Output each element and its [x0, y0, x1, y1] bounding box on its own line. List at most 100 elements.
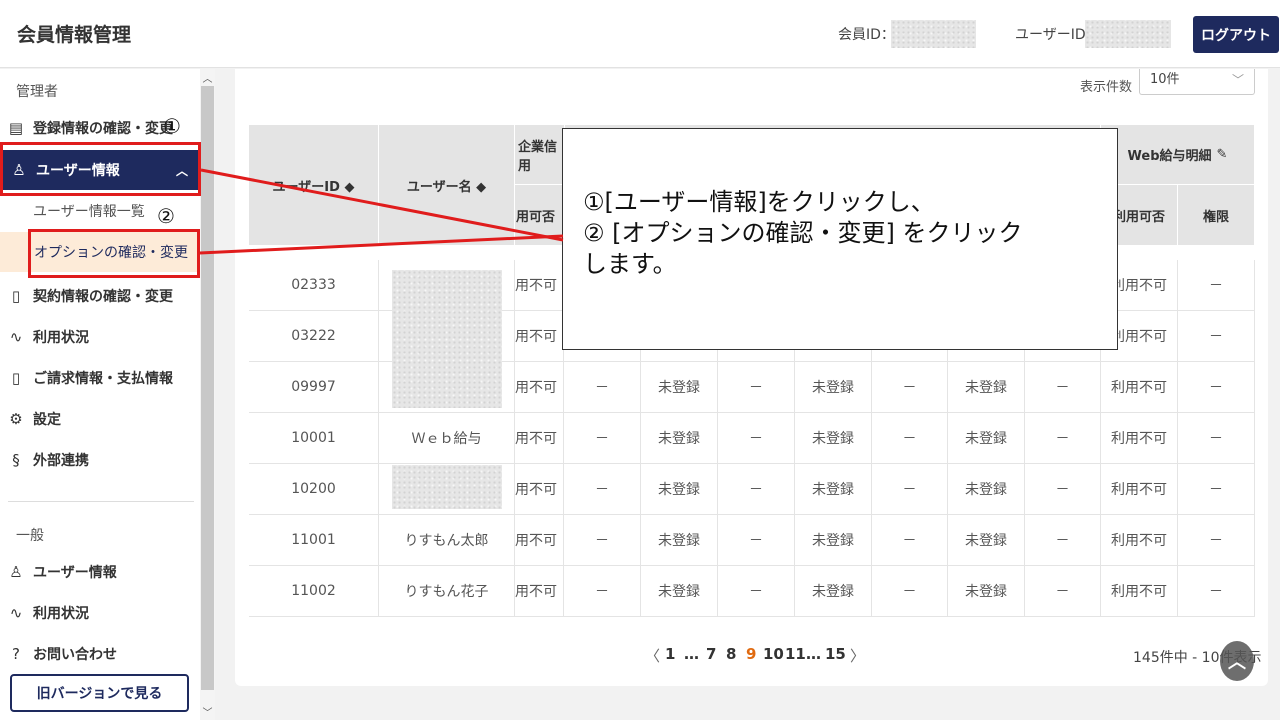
table-cell-web: 利用不可 [1101, 515, 1178, 566]
page-link-current[interactable]: 9 [746, 645, 756, 663]
table-cell-c7: 未登録 [948, 362, 1025, 413]
table-cell-c5: 未登録 [795, 566, 872, 617]
table-cell-web: 利用不可 [1101, 413, 1178, 464]
table-cell-c3: 未登録 [641, 566, 718, 617]
sidebar-item-integration[interactable]: § 外部連携 [0, 440, 200, 480]
instruction-callout: ①[ユーザー情報]をクリックし、 ② [オプションの確認・変更] をクリック し… [562, 128, 1118, 350]
table-cell-c1: 用不可 [515, 260, 564, 311]
sidebar-item-label: 外部連携 [33, 453, 89, 469]
section-admin: 管理者 [16, 84, 58, 100]
table-cell-c3: 未登録 [641, 515, 718, 566]
table-cell-id: 09997 [249, 362, 379, 413]
table-cell-auth: － [1178, 260, 1255, 311]
member-id-label: 会員ID： [838, 27, 895, 43]
chevron-up-icon: ︿ [1228, 652, 1246, 673]
activity-icon: ∿ [9, 328, 23, 346]
document-icon: ▯ [11, 287, 21, 305]
user-name-redacted [392, 465, 502, 509]
table-cell-auth: － [1178, 413, 1255, 464]
sidebar-item-label: ご請求情報・支払情報 [33, 371, 173, 387]
sidebar-item-billing[interactable]: ▯ ご請求情報・支払情報 [0, 358, 200, 398]
table-cell-c2: － [564, 362, 641, 413]
table-cell-c6: － [872, 566, 948, 617]
app-header: 会員情報管理 会員ID： ユーザーID ログアウト [0, 0, 1280, 68]
table-cell-c4: － [718, 464, 795, 515]
table-cell-id: 10200 [249, 464, 379, 515]
step-badge-1: ① [163, 114, 181, 138]
table-cell-c7: 未登録 [948, 464, 1025, 515]
instruction-line-1: ①[ユーザー情報]をクリックし、 [583, 188, 935, 216]
sidebar-item-usage[interactable]: ∿ 利用状況 [0, 317, 200, 357]
sidebar-item-label: 設定 [33, 412, 61, 428]
table-cell-c1: 用不可 [515, 566, 564, 617]
next-page-icon[interactable]: 〉 [850, 645, 865, 666]
table-cell-c4: － [718, 362, 795, 413]
sidebar-item-label: 利用状況 [33, 330, 89, 346]
table-cell-c8: － [1025, 413, 1101, 464]
table-cell-c1: 用不可 [515, 311, 564, 362]
page-link-10[interactable]: 10 [763, 645, 784, 663]
page-ellipsis: … [684, 645, 699, 663]
table-cell-id: 11001 [249, 515, 379, 566]
table-cell-c7: 未登録 [948, 566, 1025, 617]
sidebar-item-general-usage[interactable]: ∿ 利用状況 [0, 593, 200, 633]
scroll-up-icon[interactable]: ︿ [201, 70, 214, 85]
table-cell-c8: － [1025, 515, 1101, 566]
building-icon: ▤ [8, 119, 24, 137]
sidebar-item-contract[interactable]: ▯ 契約情報の確認・変更 [0, 276, 200, 316]
table-cell-c4: － [718, 566, 795, 617]
page-title: 会員情報管理 [17, 24, 132, 46]
table-cell-c7: 未登録 [948, 515, 1025, 566]
table-cell-c5: 未登録 [795, 515, 872, 566]
col-header-user-name[interactable]: ユーザー名 ◆ [379, 125, 515, 246]
scrollbar-thumb[interactable] [201, 86, 214, 690]
page-link-8[interactable]: 8 [726, 645, 736, 663]
page-link-11[interactable]: 11 [785, 645, 806, 663]
table-cell-c7: 未登録 [948, 413, 1025, 464]
table-cell-name: りすもん太郎 [379, 515, 515, 566]
table-cell-id: 02333 [249, 260, 379, 311]
table-cell-c5: 未登録 [795, 362, 872, 413]
page-link-7[interactable]: 7 [706, 645, 716, 663]
invoice-icon: ▯ [11, 369, 21, 387]
table-cell-web: 利用不可 [1101, 362, 1178, 413]
scroll-top-button[interactable]: ︿ [1220, 641, 1254, 681]
table-cell-c3: 未登録 [641, 362, 718, 413]
table-cell-name: りすもん花子 [379, 566, 515, 617]
page-link-1[interactable]: 1 [665, 645, 675, 663]
table-cell-web: 利用不可 [1101, 566, 1178, 617]
sidebar-item-general-user[interactable]: ♙ ユーザー情報 [0, 552, 200, 592]
display-count-select[interactable]: 10件 ﹀ [1139, 69, 1255, 95]
sidebar-item-label: ユーザー情報 [33, 565, 117, 581]
prev-page-icon[interactable]: 〈 [645, 645, 660, 666]
table-cell-c1: 用不可 [515, 362, 564, 413]
page-link-15[interactable]: 15 [825, 645, 846, 663]
table-cell-auth: － [1178, 362, 1255, 413]
instruction-line-2: ② [オプションの確認・変更] をクリック [583, 219, 1023, 247]
sidebar-item-settings[interactable]: ⚙ 設定 [0, 399, 200, 439]
old-version-button[interactable]: 旧バージョンで見る [10, 674, 189, 712]
table-cell-c8: － [1025, 464, 1101, 515]
help-icon: ? [12, 645, 20, 663]
table-cell-c2: － [564, 515, 641, 566]
sidebar-subitem-user-list[interactable]: ユーザー情報一覧 [33, 201, 145, 221]
highlight-user-info [0, 142, 201, 196]
table-cell-c4: － [718, 413, 795, 464]
step-badge-2: ② [157, 204, 175, 228]
activity-icon: ∿ [9, 604, 23, 622]
table-cell-c3: 未登録 [641, 464, 718, 515]
table-cell-auth: － [1178, 566, 1255, 617]
edit-icon[interactable]: ✎ [1217, 147, 1228, 162]
sidebar-item-contact[interactable]: ? お問い合わせ [0, 634, 200, 674]
table-cell-c4: － [718, 515, 795, 566]
section-general: 一般 [16, 528, 44, 544]
col-header-usable: 用可否 [515, 185, 565, 246]
col-header-user-id[interactable]: ユーザーID ◆ [249, 125, 379, 246]
sidebar-item-label: 登録情報の確認・変更 [33, 121, 173, 137]
scroll-down-icon[interactable]: ﹀ [201, 704, 214, 719]
logout-button[interactable]: ログアウト [1193, 16, 1279, 53]
table-cell-name: Ｗｅｂ給与 [379, 413, 515, 464]
table-cell-auth: － [1178, 311, 1255, 362]
member-id-redacted [891, 20, 976, 48]
chevron-down-icon: ﹀ [1231, 73, 1244, 87]
